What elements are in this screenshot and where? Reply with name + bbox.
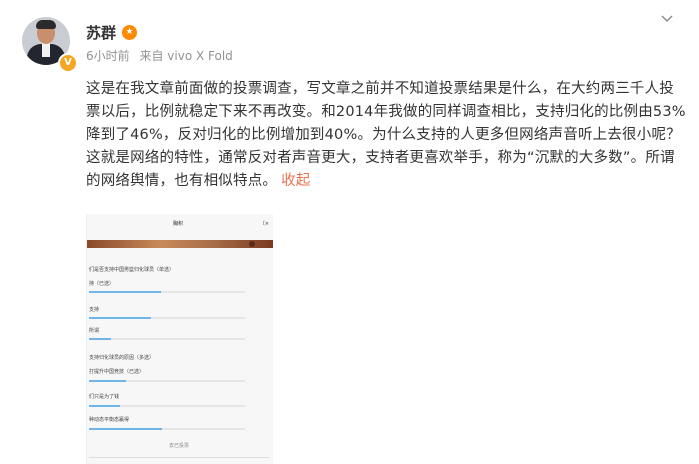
collapse-link[interactable]: 收起: [281, 173, 310, 189]
embedded-title: 胸积: [173, 221, 184, 227]
post-meta: 6小时前 来自 vivo X Fold: [86, 47, 239, 64]
post-time[interactable]: 6小时前: [86, 49, 130, 63]
embedded-q1-bar: [89, 291, 245, 293]
embedded-topbar: 胸积 〔×: [87, 220, 273, 230]
embedded-q2-option: 们只是为了钱: [89, 394, 120, 400]
chevron-down-icon[interactable]: [660, 12, 674, 26]
embedded-close: 〔×: [259, 221, 269, 227]
embedded-footer: 去已投票: [169, 443, 190, 449]
embedded-q2-fill: [89, 405, 121, 407]
embedded-q2-fill: [89, 428, 163, 430]
embedded-q1-fill: [89, 338, 111, 340]
verified-badge-icon: V: [58, 53, 78, 73]
embedded-q1-bar: [89, 317, 245, 319]
embedded-banner: [87, 240, 273, 248]
avatar-shirt: [42, 43, 50, 57]
embedded-question-1: 们是否支持中国男篮归化球员（单选）: [89, 267, 175, 273]
embedded-divider: [89, 457, 269, 458]
embedded-q1-bar: [89, 338, 245, 340]
embedded-q2-option: 打提升中国竞技（已选）: [89, 369, 145, 375]
post-source: 来自 vivo X Fold: [139, 49, 233, 63]
embedded-q1-option: 持（已选）: [89, 281, 115, 287]
post-text-main: 这是在我文章前面做的投票调查，写文章之前并不知道投票结果是什么，在大约两三千人投…: [86, 81, 686, 189]
embedded-question-2: 支持归化球员的原因（多选）: [89, 355, 155, 361]
post-text: 这是在我文章前面做的投票调查，写文章之前并不知道投票结果是什么，在大约两三千人投…: [86, 78, 686, 193]
banner-dot: [249, 241, 255, 247]
embedded-q2-bar: [89, 428, 245, 430]
embedded-q2-option: 种动态平衡态赢得: [89, 417, 130, 423]
embedded-q1-fill: [89, 291, 161, 293]
avatar-hair: [36, 20, 56, 29]
embedded-q2-fill: [89, 380, 127, 382]
embedded-q1-fill: [89, 317, 152, 319]
embedded-q2-bar: [89, 405, 245, 407]
author-name[interactable]: 苏群: [86, 22, 116, 43]
embedded-q1-option: 所谓: [89, 328, 100, 334]
embedded-screenshot[interactable]: 胸积 〔× 们是否支持中国男篮归化球员（单选） 持（已选） 支持 所谓 支持归化…: [86, 214, 273, 464]
embedded-q2-bar: [89, 380, 245, 382]
gold-badge-icon: ★: [122, 25, 137, 40]
embedded-q1-option: 支持: [89, 307, 100, 313]
